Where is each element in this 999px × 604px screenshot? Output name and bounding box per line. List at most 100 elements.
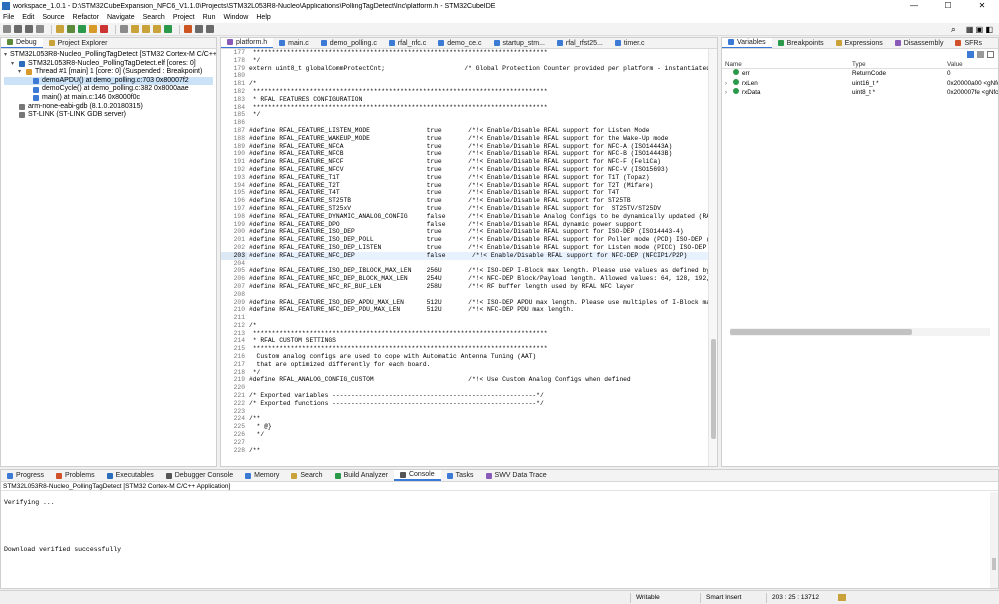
step-over-icon[interactable]: [142, 25, 150, 33]
editor-tab[interactable]: platform.h: [221, 38, 274, 48]
menu-window[interactable]: Window: [223, 14, 248, 21]
save-icon[interactable]: [14, 25, 22, 33]
expand-arrow-icon[interactable]: ▾: [11, 60, 19, 69]
menu-refactor[interactable]: Refactor: [73, 14, 99, 21]
debug-icon[interactable]: [67, 25, 75, 33]
suspend-icon[interactable]: [89, 25, 97, 33]
expand-arrow-icon[interactable]: ▾: [18, 68, 26, 77]
tab-debug[interactable]: Debug: [1, 38, 43, 48]
external-tools-icon[interactable]: [184, 25, 192, 33]
editor-scroll-thumb[interactable]: [711, 339, 716, 439]
tab-progress[interactable]: Progress: [1, 470, 50, 481]
editor-tab[interactable]: main.c: [273, 38, 315, 48]
editor-tab[interactable]: demo_ce.c: [432, 38, 487, 48]
expand-arrow-icon[interactable]: ›: [725, 80, 733, 89]
line-number: 177: [233, 49, 245, 56]
line-number: 183: [233, 95, 245, 103]
minimize-view-icon[interactable]: [987, 51, 994, 58]
debug-tree-item[interactable]: ST-LINK (ST-LINK GDB server): [4, 111, 213, 120]
menu-file[interactable]: File: [3, 14, 14, 21]
code-editor[interactable]: ****************************************…: [247, 49, 708, 466]
menu-navigate[interactable]: Navigate: [107, 14, 135, 21]
menu-search[interactable]: Search: [143, 14, 165, 21]
tab-console[interactable]: Console: [393, 470, 441, 481]
menu-run[interactable]: Run: [203, 14, 216, 21]
tab-project-explorer[interactable]: Project Explorer: [43, 38, 114, 48]
editor-scrollbar[interactable]: [708, 49, 717, 466]
resume-icon[interactable]: [78, 25, 86, 33]
tab-memory[interactable]: Memory: [239, 470, 285, 481]
expand-arrow-icon[interactable]: ▾: [4, 51, 7, 60]
tab-problems[interactable]: Problems: [50, 470, 101, 481]
view-menu-icon[interactable]: [977, 51, 984, 58]
menu-help[interactable]: Help: [256, 14, 270, 21]
tab-executables[interactable]: Executables: [101, 470, 160, 481]
tab-disassembly[interactable]: Disassembly: [889, 38, 950, 48]
code-line: #define RFAL_FEATURE_ISO_DEP_LISTEN true…: [249, 243, 708, 251]
column-value[interactable]: Value: [947, 60, 998, 68]
column-name[interactable]: Name: [722, 60, 852, 68]
tab-swv-data-trace[interactable]: SWV Data Trace: [480, 470, 553, 481]
console-scroll-thumb[interactable]: [992, 558, 996, 570]
console-line: Verifying ...: [4, 498, 55, 506]
open-perspective-icon[interactable]: [206, 25, 214, 33]
search-icon[interactable]: ⌕: [951, 24, 956, 35]
expand-arrow-icon[interactable]: ›: [725, 89, 733, 98]
tab-sfrs[interactable]: SFRs: [949, 38, 988, 48]
minimize-button[interactable]: —: [897, 0, 931, 12]
run-icon[interactable]: [164, 25, 172, 33]
tab-search[interactable]: Search: [285, 470, 328, 481]
tab-tasks[interactable]: Tasks: [441, 470, 480, 481]
tab-variables[interactable]: Variables: [722, 38, 772, 48]
debug-tree-item[interactable]: arm-none-eabi-gdb (8.1.0.20180315): [4, 103, 213, 112]
tab-label: Disassembly: [903, 39, 944, 47]
terminate-icon[interactable]: [100, 25, 108, 33]
save-all-icon[interactable]: [25, 25, 33, 33]
tab-debugger-console[interactable]: Debugger Console: [160, 470, 239, 481]
debug-tree-item[interactable]: ▾ STM32L053R8-Nucleo_PollingTagDetect [ST…: [4, 51, 216, 60]
editor-tab[interactable]: demo_polling.c: [315, 38, 383, 48]
heap-status-icon[interactable]: [838, 594, 846, 601]
debug-tree-item[interactable]: ▾ STM32L053R8-Nucleo_PollingTagDetect.elf…: [4, 60, 213, 69]
perspective-icon[interactable]: ▦ ▣ ◧: [966, 25, 993, 34]
console-scrollbar[interactable]: [990, 492, 998, 588]
editor-tab[interactable]: timer.c: [609, 38, 651, 48]
editor-tab[interactable]: rfal_nfc.c: [383, 38, 432, 48]
line-number: 218: [233, 368, 245, 376]
line-number: 193: [233, 173, 245, 181]
print-icon[interactable]: [36, 25, 44, 33]
tab-breakpoints[interactable]: Breakpoints: [772, 38, 830, 48]
collapse-all-icon[interactable]: [967, 51, 974, 58]
step-into-icon[interactable]: [131, 25, 139, 33]
build-icon[interactable]: [56, 25, 64, 33]
search-icon[interactable]: [195, 25, 203, 33]
maximize-button[interactable]: ☐: [931, 0, 965, 12]
variable-row[interactable]: › rxData uint8_t * 0x200007fe <gNfc: [722, 88, 998, 98]
line-number: 225: [233, 423, 245, 431]
menu-source[interactable]: Source: [42, 14, 64, 21]
variables-scroll-thumb[interactable]: [730, 329, 912, 335]
new-icon[interactable]: [3, 25, 11, 33]
tab-label: Project Explorer: [57, 39, 108, 47]
editor-tab[interactable]: startup_stm...: [488, 38, 551, 48]
debug-tree-item[interactable]: ▾ Thread #1 [main] 1 [core: 0] (Suspended…: [4, 68, 213, 77]
console-output[interactable]: Verifying ... Download verified successfu…: [1, 491, 998, 553]
tab-build-analyzer[interactable]: Build Analyzer: [329, 470, 394, 481]
close-button[interactable]: ✕: [965, 0, 999, 12]
step-return-icon[interactable]: [153, 25, 161, 33]
variable-row[interactable]: err ReturnCode 0: [722, 69, 998, 79]
disconnect-icon[interactable]: [120, 25, 128, 33]
menu-project[interactable]: Project: [173, 14, 195, 21]
app-icon: [2, 2, 10, 10]
column-type[interactable]: Type: [852, 60, 947, 68]
menu-edit[interactable]: Edit: [22, 14, 34, 21]
editor-tab[interactable]: rfal_rfst25...: [551, 38, 609, 48]
variable-row[interactable]: › rxLen uint16_t * 0x20000a00 <gNfc: [722, 78, 998, 89]
variables-hscrollbar[interactable]: [730, 328, 990, 336]
debug-tree-item[interactable]: main() at main.c:146 0x8000f0c: [4, 94, 213, 103]
debug-tree-item[interactable]: demoAPDU() at demo_polling.c:703 0x80007…: [4, 76, 213, 86]
line-number: 220: [233, 384, 245, 392]
debug-tree-label: demoAPDU() at demo_polling.c:703 0x80007…: [42, 76, 189, 84]
tab-expressions[interactable]: Expressions: [830, 38, 889, 48]
debug-tree-item[interactable]: demoCycle() at demo_polling.c:382 0x8000…: [4, 85, 213, 94]
